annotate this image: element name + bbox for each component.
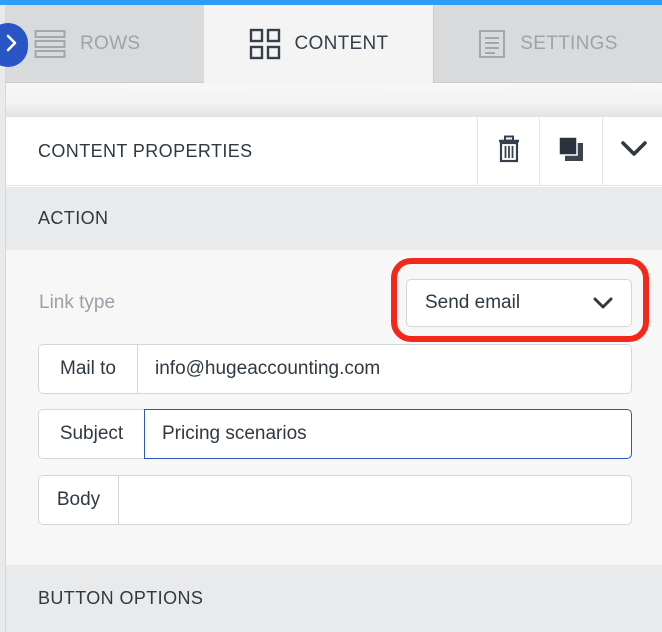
panel-spacer: [6, 83, 662, 117]
rows-icon: [34, 29, 66, 59]
section-button-options[interactable]: BUTTON OPTIONS: [6, 565, 662, 632]
collapse-panel-button[interactable]: [602, 117, 662, 186]
chevron-right-icon: [6, 34, 18, 57]
section-action-title: ACTION: [38, 208, 109, 228]
trash-icon: [497, 135, 521, 168]
body-label: Body: [38, 475, 118, 525]
section-action: ACTION: [6, 187, 662, 250]
delete-button[interactable]: [477, 117, 539, 186]
tab-settings[interactable]: SETTINGS: [433, 5, 662, 83]
mail-to-row: Mail to info@hugeaccounting.com: [38, 344, 632, 394]
chevron-down-icon: [620, 141, 647, 162]
tab-content[interactable]: CONTENT: [204, 5, 433, 83]
link-type-label: Link type: [39, 292, 116, 313]
tab-bar: ROWS CONTENT SETTINGS: [6, 5, 662, 83]
mail-to-input[interactable]: info@hugeaccounting.com: [137, 344, 632, 394]
content-properties-header: CONTENT PROPERTIES: [6, 117, 662, 186]
subject-row: Subject Pricing scenarios: [38, 409, 632, 459]
settings-doc-icon: [478, 29, 506, 59]
tab-rows-label: ROWS: [80, 32, 141, 54]
subject-input[interactable]: Pricing scenarios: [144, 409, 632, 459]
duplicate-icon: [557, 135, 585, 168]
chevron-down-icon: [593, 295, 613, 317]
link-type-value: Send email: [425, 292, 521, 313]
link-type-select[interactable]: Send email: [406, 279, 632, 327]
content-grid-icon: [249, 28, 281, 60]
duplicate-button[interactable]: [539, 117, 601, 186]
section-button-options-title: BUTTON OPTIONS: [38, 588, 204, 608]
body-input[interactable]: [118, 475, 632, 525]
body-row: Body: [38, 475, 632, 525]
tab-settings-label: SETTINGS: [520, 32, 618, 54]
subject-label: Subject: [38, 409, 144, 459]
mail-to-label: Mail to: [38, 344, 137, 394]
tab-content-label: CONTENT: [294, 33, 389, 54]
panel-title: CONTENT PROPERTIES: [38, 141, 253, 161]
tab-rows[interactable]: ROWS: [6, 5, 204, 83]
